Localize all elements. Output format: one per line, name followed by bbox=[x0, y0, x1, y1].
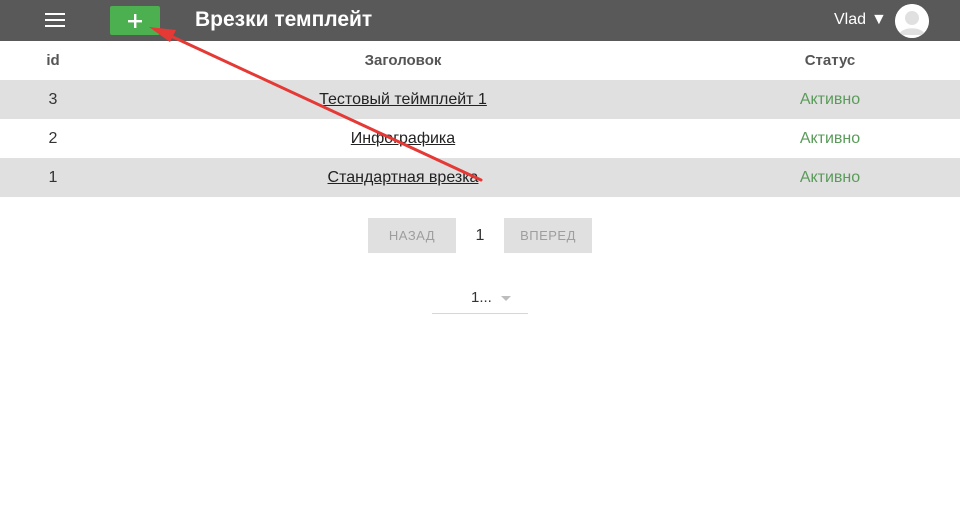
plus-icon bbox=[128, 13, 142, 28]
pagination: НАЗАД 1 ВПЕРЕД bbox=[368, 218, 592, 253]
current-page-number[interactable]: 1 bbox=[456, 227, 504, 245]
row-title-link[interactable]: Стандартная врезка bbox=[328, 169, 479, 186]
templates-table: id Заголовок Статус 3 Тестовый теймплейт… bbox=[0, 41, 960, 197]
dropdown-caret-icon bbox=[501, 296, 511, 301]
column-header-status[interactable]: Статус bbox=[700, 41, 960, 80]
row-status: Активно bbox=[700, 158, 960, 197]
row-status: Активно bbox=[799, 129, 861, 147]
row-id: 3 bbox=[0, 80, 106, 119]
top-app-bar: Врезки темплейт Vlad ▼ bbox=[0, 0, 960, 41]
table-row[interactable]: 2 Инфографика Активно bbox=[0, 119, 960, 158]
row-id: 1 bbox=[0, 158, 106, 197]
hamburger-menu-icon[interactable] bbox=[45, 13, 65, 27]
prev-page-button[interactable]: НАЗАД bbox=[368, 218, 456, 253]
row-status: Активно bbox=[700, 80, 960, 119]
avatar[interactable] bbox=[895, 4, 929, 38]
per-page-value: 1... bbox=[471, 289, 492, 306]
user-avatar-icon bbox=[895, 4, 929, 38]
user-name: Vlad bbox=[834, 11, 867, 28]
add-button[interactable] bbox=[110, 6, 160, 35]
row-title-link[interactable]: Тестовый теймплейт 1 bbox=[319, 91, 487, 108]
next-page-button[interactable]: ВПЕРЕД bbox=[504, 218, 592, 253]
column-header-title[interactable]: Заголовок bbox=[106, 41, 700, 80]
user-menu[interactable]: Vlad ▼ bbox=[834, 11, 887, 29]
page-title: Врезки темплейт bbox=[195, 8, 373, 31]
table-row[interactable]: 3 Тестовый теймплейт 1 Активно bbox=[0, 80, 960, 119]
per-page-select[interactable]: 1... bbox=[432, 284, 528, 314]
table-row[interactable]: 1 Стандартная врезка Активно bbox=[0, 158, 960, 197]
row-id: 2 bbox=[48, 129, 58, 147]
column-header-id[interactable]: id bbox=[0, 41, 106, 80]
row-title-link[interactable]: Инфографика bbox=[351, 130, 455, 147]
caret-down-icon: ▼ bbox=[871, 11, 887, 28]
table-header-row: id Заголовок Статус bbox=[0, 41, 960, 80]
